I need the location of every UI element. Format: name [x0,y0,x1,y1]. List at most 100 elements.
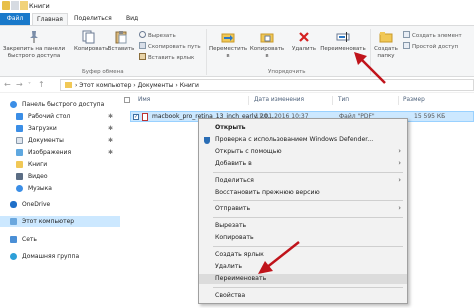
menu-item-properties[interactable]: Свойства [199,291,407,301]
copy-button[interactable]: Копировать [74,28,108,53]
column-divider[interactable] [248,96,249,105]
pin-icon[interactable]: ✱ [108,125,113,132]
column-divider[interactable] [398,96,399,105]
pin-icon[interactable]: ✱ [108,137,113,144]
submenu-arrow-icon: › [398,204,401,212]
nav-item-video[interactable]: Видео [0,171,120,182]
nav-label: Рабочий стол [28,113,71,120]
pin-icon[interactable]: ✱ [108,149,113,156]
column-size[interactable]: Размер [403,97,425,103]
column-date[interactable]: Дата изменения [254,97,304,103]
cut-button[interactable]: Вырезать [139,31,176,39]
quick-access-toolbar [2,1,28,10]
annotation-arrow-menu [258,241,300,274]
tab-file[interactable]: Файл [0,13,30,25]
recent-chevron-icon[interactable]: ˅ [28,82,31,89]
tab-share[interactable]: Поделиться [70,13,118,25]
move-to-button[interactable]: Переместить в [209,28,247,59]
menu-label: Восстановить прежнюю версию [215,189,320,196]
forward-arrow-icon[interactable]: → [16,80,23,89]
menu-label: Вырезать [215,222,247,229]
up-arrow-icon[interactable]: ↑ [38,80,45,89]
nav-label: Документы [28,137,64,144]
navigation-pane: Панель быстрого доступа Рабочий стол ✱ З… [0,93,120,308]
nav-item-this-pc[interactable]: Этот компьютер [0,216,120,227]
menu-separator [213,172,403,173]
clipboard-group-label: Буфер обмена [82,69,124,75]
pdf-file-icon [142,113,148,121]
move-folder-icon [221,30,235,44]
nav-label: Видео [28,173,48,180]
menu-label: Проверка с использованием Windows Defend… [215,136,374,143]
menu-label: Отправить [215,205,251,212]
new-folder-icon[interactable] [20,1,28,10]
nav-item-pictures[interactable]: Изображения ✱ [0,147,120,158]
nav-item-desktop[interactable]: Рабочий стол ✱ [0,111,120,122]
tab-home[interactable]: Главная [32,13,68,25]
row-checkbox[interactable]: ✓ [133,114,139,120]
new-item-button[interactable]: Создать элемент [403,31,462,39]
copy-folder-icon [260,30,274,44]
rename-icon [336,30,350,44]
paste-icon [114,30,128,44]
cut-label: Вырезать [148,33,176,39]
copy-to-label: Копировать в [249,46,285,59]
tab-view[interactable]: Вид [122,13,144,25]
menu-label: Открыть с помощью [215,148,282,155]
copy-to-button[interactable]: Копировать в [249,28,285,59]
menu-item-share[interactable]: Поделиться › [199,176,407,186]
folder-icon[interactable] [2,1,10,10]
easy-access-label: Простой доступ [412,44,459,50]
nav-item-onedrive[interactable]: OneDrive [0,199,120,210]
column-name[interactable]: Имя [138,97,150,103]
menu-item-restore-previous[interactable]: Восстановить прежнюю версию [199,188,407,198]
paste-shortcut-button[interactable]: Вставить ярлык [139,53,194,61]
nav-label: Загрузки [28,125,57,132]
annotation-arrow-ribbon [354,52,386,84]
column-type[interactable]: Тип [338,97,349,103]
nav-item-downloads[interactable]: Загрузки ✱ [0,123,120,134]
paste-button[interactable]: Вставить [106,28,136,53]
nav-label: Музыка [28,185,52,192]
menu-label: Добавить в [215,160,252,167]
menu-label: Открыть [215,124,246,131]
nav-label: Этот компьютер [22,218,75,225]
delete-label: Удалить [291,46,317,52]
menu-item-cut[interactable]: Вырезать [199,221,407,231]
delete-button[interactable]: Удалить [290,28,318,53]
copy-label: Копировать [74,46,109,52]
column-divider[interactable] [332,96,333,105]
nav-item-music[interactable]: Музыка [0,183,120,194]
copy-path-label: Скопировать путь [148,44,201,50]
menu-item-open[interactable]: Открыть [199,123,407,133]
pin-button[interactable]: Закрепить на панели быстрого доступа [2,28,66,59]
group-separator [206,29,207,75]
paste-shortcut-label: Вставить ярлык [148,55,195,61]
organize-group-label: Упорядочить [268,69,306,75]
folder-small-icon [65,82,72,88]
document-icon [16,137,23,144]
menu-item-defender-scan[interactable]: Проверка с использованием Windows Defend… [199,135,407,145]
nav-item-quick-access[interactable]: Панель быстрого доступа [0,99,120,110]
nav-item-network[interactable]: Сеть [0,234,120,245]
menu-item-send-to[interactable]: Отправить › [199,204,407,214]
submenu-arrow-icon: › [398,176,401,184]
copy-path-button[interactable]: Скопировать путь [139,42,201,50]
copy-icon [82,30,96,44]
menu-item-add-to[interactable]: Добавить в › [199,159,407,169]
nav-item-documents[interactable]: Документы ✱ [0,135,120,146]
back-arrow-icon[interactable]: ← [4,80,11,89]
star-icon [10,101,17,108]
breadcrumb[interactable]: › Этот компьютер › Документы › Книги [60,79,474,91]
breadcrumb-path: › Этот компьютер › Документы › Книги [75,82,199,89]
pin-icon[interactable]: ✱ [108,113,113,120]
menu-label: Удалить [215,263,243,270]
menu-separator [213,287,403,288]
menu-item-open-with[interactable]: Открыть с помощью › [199,147,407,157]
nav-item-homegroup[interactable]: Домашняя группа [0,251,120,262]
nav-item-books[interactable]: Книги [0,159,120,170]
music-icon [16,185,23,192]
select-all-checkbox[interactable] [124,97,130,103]
easy-access-button[interactable]: Простой доступ [403,42,458,50]
properties-icon[interactable] [11,1,19,10]
